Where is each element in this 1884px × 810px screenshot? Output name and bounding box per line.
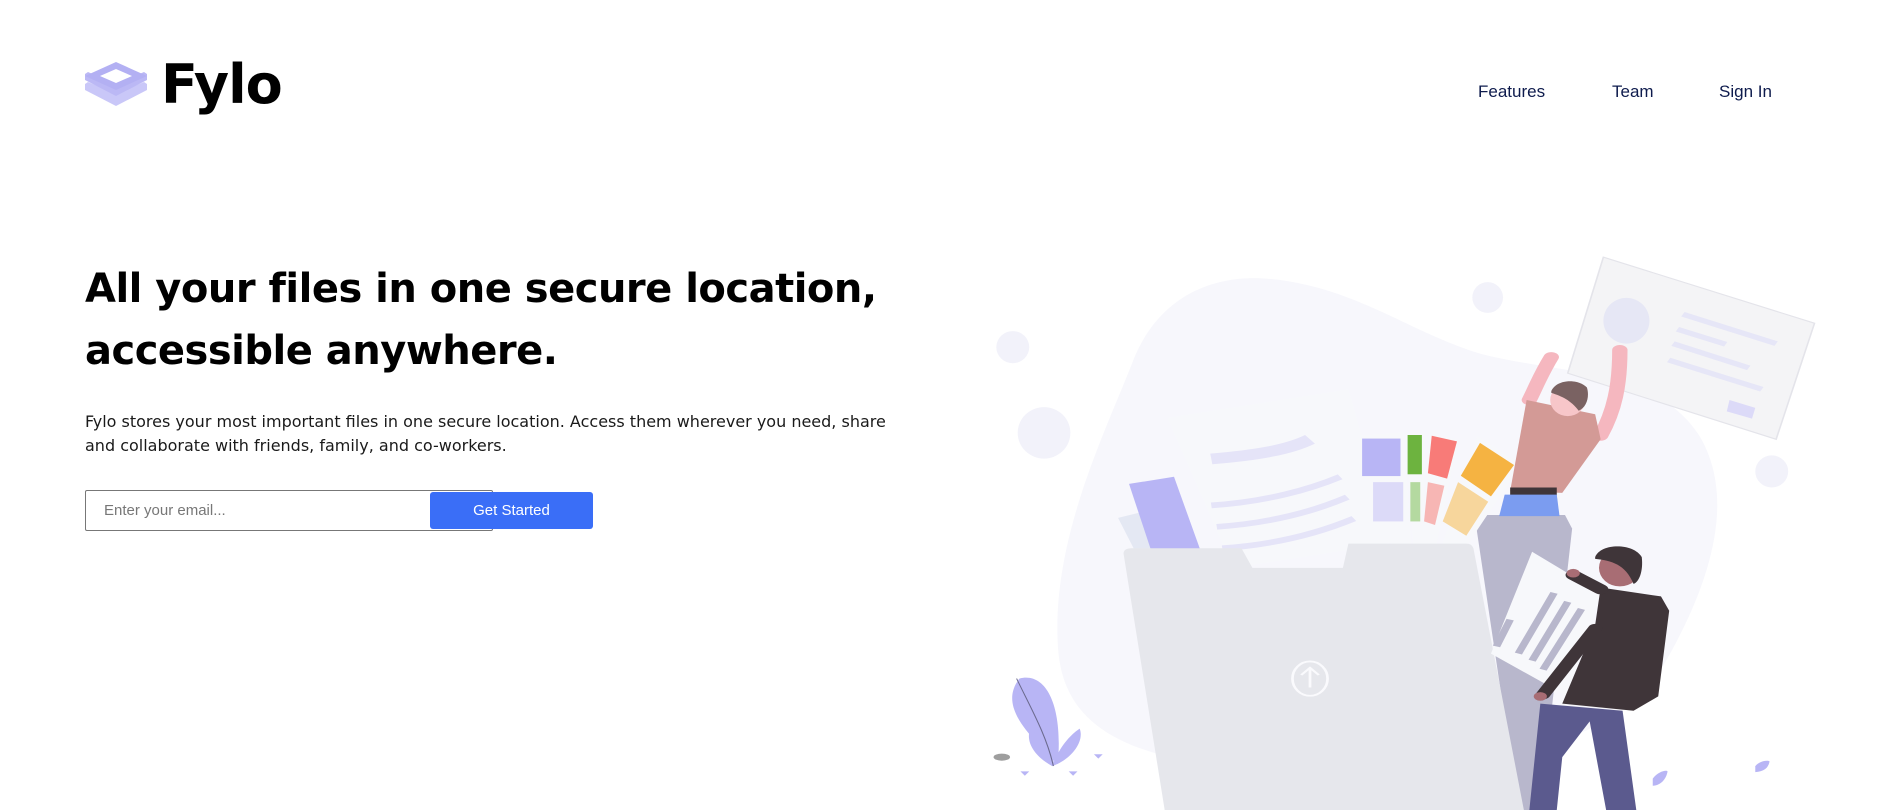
logo[interactable]: Fylo bbox=[85, 53, 283, 116]
logo-text: Fylo bbox=[161, 53, 283, 116]
get-started-button[interactable]: Get Started bbox=[430, 492, 593, 529]
decor-circle bbox=[996, 331, 1030, 364]
decor-circle bbox=[1017, 407, 1071, 459]
stacked-layers-icon bbox=[85, 62, 147, 106]
decor-circle bbox=[1755, 455, 1789, 488]
nav-sign-in[interactable]: Sign In bbox=[1719, 82, 1772, 102]
folder-front bbox=[1123, 543, 1524, 810]
hero-title: All your files in one secure location, a… bbox=[85, 266, 877, 374]
hero-illustration bbox=[993, 256, 1816, 810]
hero-description: Fylo stores your most important files in… bbox=[85, 412, 886, 455]
decor-circle bbox=[1472, 282, 1504, 313]
nav-team[interactable]: Team bbox=[1612, 82, 1654, 102]
nav-features[interactable]: Features bbox=[1478, 82, 1545, 102]
